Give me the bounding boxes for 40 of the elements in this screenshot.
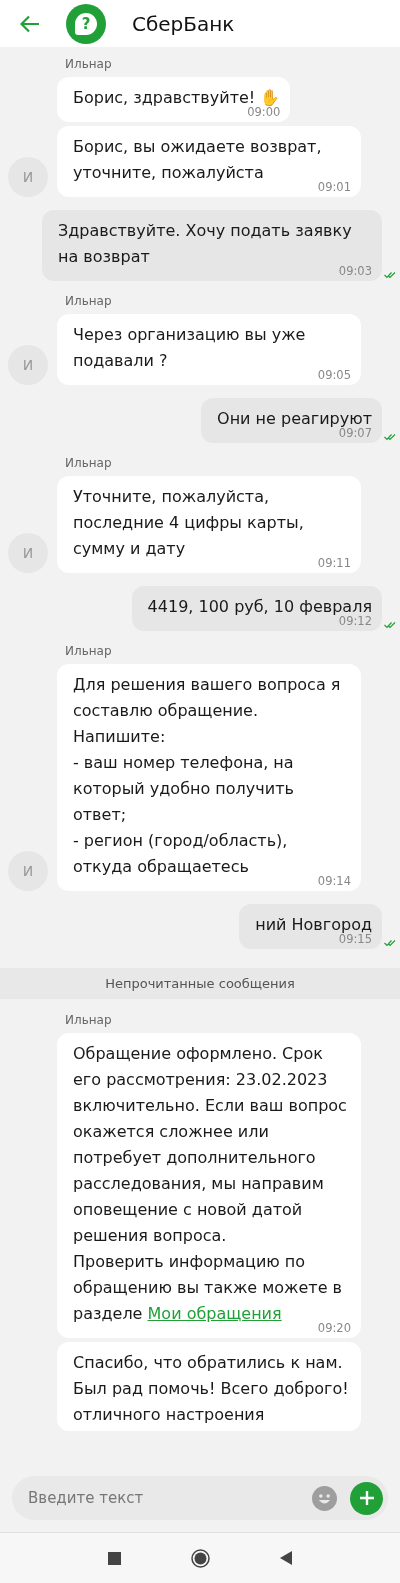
message-time: 09:12 <box>338 614 372 628</box>
message-time: 09:15 <box>338 932 372 946</box>
message-time: 09:03 <box>338 264 372 278</box>
message-text: ний Новгород <box>255 914 372 935</box>
link[interactable]: Мои обращения <box>147 1304 282 1323</box>
message-text: Борис, вы ожидаете возврат, уточните, пожалуйста <box>73 136 323 182</box>
chat-logo: ? <box>66 3 106 44</box>
avatar: И <box>8 157 48 197</box>
message-time: 09:05 <box>317 368 351 382</box>
message-text: Здравствуйте. Хочу подать заявку на возврат <box>58 220 353 266</box>
message-time: 09:01 <box>317 180 351 194</box>
message-text: Обращение оформлено. Срок его рассмотрения: 23.02.2023 включительно. Если ваш вопрос окажется сложнее или потребует дополнительного расследования, мы направим оповещение с новой датой решения вопроса. Проверить информацию по обращению вы также можете в разделе Мои обращения <box>73 1043 348 1323</box>
chat-title: СберБанк <box>132 11 235 36</box>
square-nav-icon[interactable] <box>108 1551 121 1565</box>
home-nav-icon[interactable] <box>191 1548 210 1568</box>
divider-label: Непрочитанные сообщения <box>105 976 295 991</box>
back-arrow-icon[interactable] <box>20 14 40 33</box>
message-text: Они не реагируют <box>217 408 372 429</box>
message-time: 09:00 <box>247 105 281 119</box>
sender-name: Ильнар <box>65 456 112 470</box>
message-input[interactable]: Введите текст <box>12 1476 388 1520</box>
message-text: Уточните, пожалуйста, последние 4 цифры карты, сумму и дату <box>73 486 305 560</box>
back-nav-icon[interactable] <box>280 1551 292 1565</box>
message-text: Для решения вашего вопроса я составлю обращение. Напишите: - ваш номер телефона, на который удобно получить ответ; - регион (город/область), откуда обращаетесь <box>73 674 342 876</box>
message-time: 09:11 <box>317 556 351 570</box>
sender-name: Ильнар <box>65 57 112 71</box>
sender-name: Ильнар <box>65 644 112 658</box>
message-text: Через организацию вы уже подавали ? <box>73 324 307 372</box>
message-text: Спасибо, что обратились к нам. Был рад помочь! Всего доброго!отличного настроения <box>73 1352 350 1426</box>
message-time: 09:14 <box>317 874 351 888</box>
avatar: И <box>8 851 48 891</box>
message-time: 09:20 <box>317 1321 351 1335</box>
message-text: Борис, здравствуйте! ✋ <box>73 87 281 108</box>
message-time: 09:07 <box>338 426 372 440</box>
sender-name: Ильнар <box>65 1013 112 1027</box>
plus-icon <box>357 1489 376 1507</box>
avatar: И <box>8 533 48 573</box>
sender-name: Ильнар <box>65 294 112 308</box>
avatar: И <box>8 345 48 385</box>
message-text: 4419, 100 руб, 10 февраля <box>147 596 372 617</box>
